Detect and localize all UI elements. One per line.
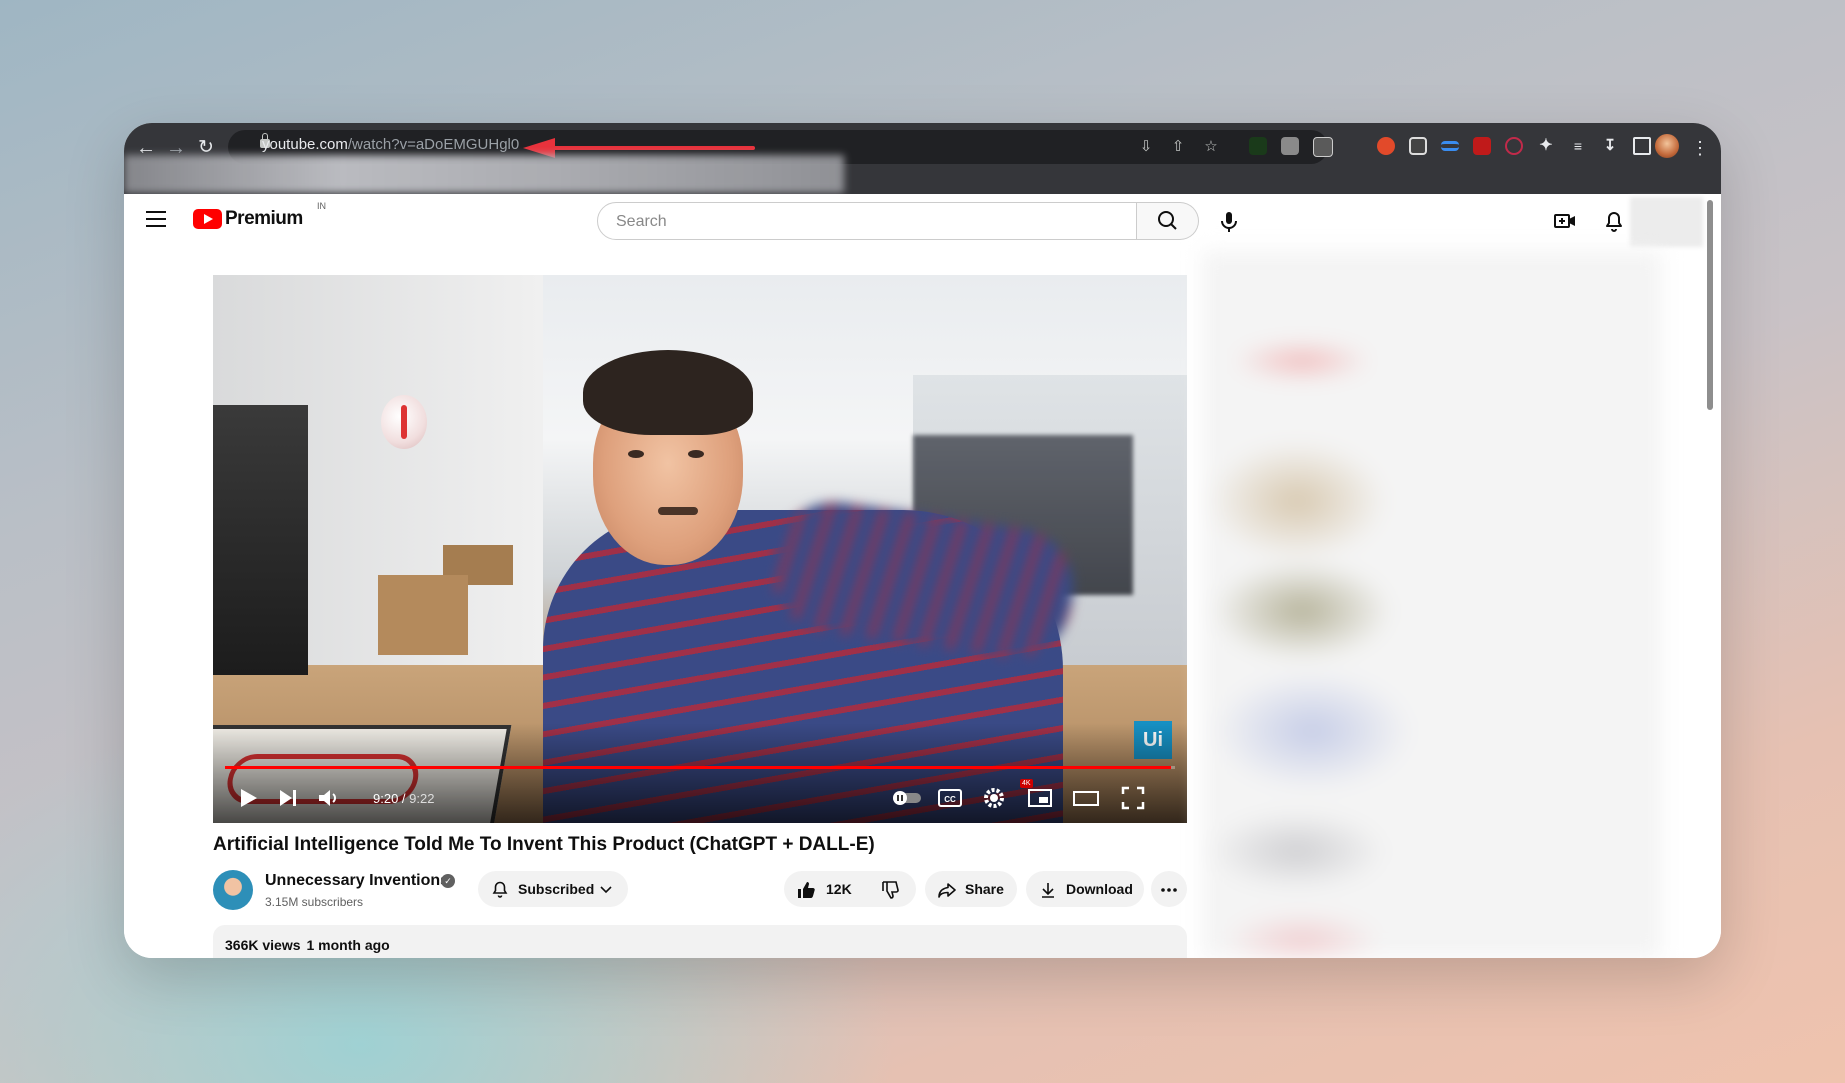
thumbs-up-icon: [798, 882, 815, 898]
create-video-icon[interactable]: [1552, 208, 1578, 234]
download-icon[interactable]: ↧: [1601, 137, 1619, 155]
logo-region: IN: [317, 201, 326, 211]
next-video-icon[interactable]: [273, 783, 303, 813]
progress-bar-fill: [225, 766, 1172, 769]
volume-icon[interactable]: [313, 783, 343, 813]
youtube-page: Premium IN Search 9:20 / 9:22 CC 4K Arti…: [124, 194, 1721, 958]
duration: 9:22: [409, 791, 435, 806]
subscribed-button[interactable]: Subscribed: [478, 871, 628, 907]
current-time: 9:20: [373, 791, 399, 806]
extension-icon[interactable]: [1249, 137, 1267, 155]
like-button[interactable]: 12K: [784, 871, 864, 907]
extensions-bar: ✦ ≡ ↧: [1237, 129, 1669, 165]
kebab-menu-icon[interactable]: ⋮: [1686, 134, 1714, 162]
menu-icon[interactable]: [146, 211, 166, 227]
like-count: 12K: [826, 881, 852, 897]
posted-date: 1 month ago: [306, 937, 390, 953]
autoplay-toggle-icon[interactable]: [890, 783, 924, 813]
url-path: /watch?v=aDoEMGUHgl0: [347, 136, 520, 153]
description-box[interactable]: 366K views 1 month ago: [213, 925, 1187, 958]
settings-gear-icon[interactable]: [979, 783, 1009, 813]
scene-lantern: [381, 395, 427, 449]
extension-icon[interactable]: [1441, 141, 1459, 151]
profile-avatar[interactable]: [1655, 134, 1679, 158]
search-box: [597, 202, 1137, 240]
view-count: 366K views: [225, 937, 301, 953]
download-label: Download: [1066, 881, 1133, 897]
url-host: youtube.com: [262, 136, 348, 153]
browser-window: ← → ↻ youtube.com/watch?v=aDoEMGUHgl0 ⇩ …: [124, 123, 1721, 958]
microphone-icon: [1221, 212, 1237, 232]
download-button[interactable]: Download: [1026, 871, 1144, 907]
more-horizontal-icon: [1161, 888, 1177, 892]
subtitles-cc-icon[interactable]: CC: [935, 783, 965, 813]
youtube-play-logo-icon: [193, 209, 222, 229]
account-avatar-blurred[interactable]: [1630, 197, 1703, 247]
bookmark-star-icon[interactable]: ☆: [1200, 136, 1222, 158]
extension-icon[interactable]: [1345, 137, 1363, 155]
more-actions-button[interactable]: [1151, 871, 1187, 907]
notifications-bell-icon[interactable]: [1601, 208, 1627, 234]
thumbs-down-icon: [882, 881, 899, 899]
extension-icon[interactable]: [1281, 137, 1299, 155]
channel-subscribers: 3.15M subscribers: [265, 895, 364, 909]
fullscreen-icon[interactable]: [1118, 783, 1148, 813]
side-panel-icon[interactable]: [1633, 137, 1651, 155]
chevron-down-icon: [600, 886, 612, 894]
share-page-icon[interactable]: ⇧: [1167, 136, 1189, 158]
video-title: Artificial Intelligence Told Me To Inven…: [213, 834, 875, 855]
share-arrow-icon: [938, 883, 956, 898]
extension-icon[interactable]: [1505, 137, 1523, 155]
install-app-icon[interactable]: ⇩: [1135, 136, 1157, 158]
scene-person-mustache: [658, 507, 698, 515]
like-dislike-group: 12K: [784, 871, 916, 907]
scene-person-eye: [688, 450, 704, 458]
miniplayer-icon[interactable]: [1025, 783, 1055, 813]
scene-person-hair: [583, 350, 753, 435]
description-meta: 366K views 1 month ago: [225, 937, 396, 953]
download-arrow-icon: [1042, 883, 1054, 898]
logo-text: Premium: [225, 208, 303, 229]
progress-bar[interactable]: [225, 766, 1175, 769]
bell-icon: [492, 881, 508, 898]
extension-icon[interactable]: [1313, 137, 1333, 157]
dislike-button[interactable]: [870, 871, 916, 907]
share-button[interactable]: Share: [925, 871, 1017, 907]
channel-name[interactable]: Unnecessary Inventions: [265, 872, 449, 890]
video-player[interactable]: Ui 9:20 / 9:22: [213, 275, 1187, 823]
search-icon: [1158, 211, 1177, 230]
search-button[interactable]: [1137, 202, 1199, 240]
extension-icon[interactable]: [1409, 137, 1427, 155]
extension-icon[interactable]: [1377, 137, 1395, 155]
extension-icon[interactable]: [1473, 137, 1491, 155]
scene-box: [378, 575, 468, 655]
playlist-icon[interactable]: ≡: [1569, 137, 1587, 155]
scene-person-eye: [628, 450, 644, 458]
verified-check-icon: ✓: [441, 874, 455, 888]
time-display: 9:20 / 9:22: [373, 791, 435, 806]
theater-mode-icon[interactable]: [1071, 783, 1101, 813]
puzzle-icon[interactable]: ✦: [1537, 137, 1555, 155]
page-scrollbar[interactable]: [1707, 200, 1713, 410]
voice-search-button[interactable]: [1209, 202, 1249, 242]
search-input[interactable]: [614, 212, 1118, 232]
browser-toolbar: ← → ↻ youtube.com/watch?v=aDoEMGUHgl0 ⇩ …: [124, 123, 1721, 194]
svg-text:CC: CC: [944, 795, 956, 804]
scene-shelf: [213, 405, 308, 675]
share-label: Share: [965, 881, 1004, 897]
recommendations-sidebar-blurred: [1202, 251, 1662, 958]
bookmarks-bar-blurred: [124, 155, 844, 193]
channel-avatar[interactable]: [213, 870, 253, 910]
address-url[interactable]: youtube.com/watch?v=aDoEMGUHgl0: [262, 136, 519, 153]
play-icon[interactable]: [233, 783, 263, 813]
subscribed-label: Subscribed: [518, 881, 595, 897]
